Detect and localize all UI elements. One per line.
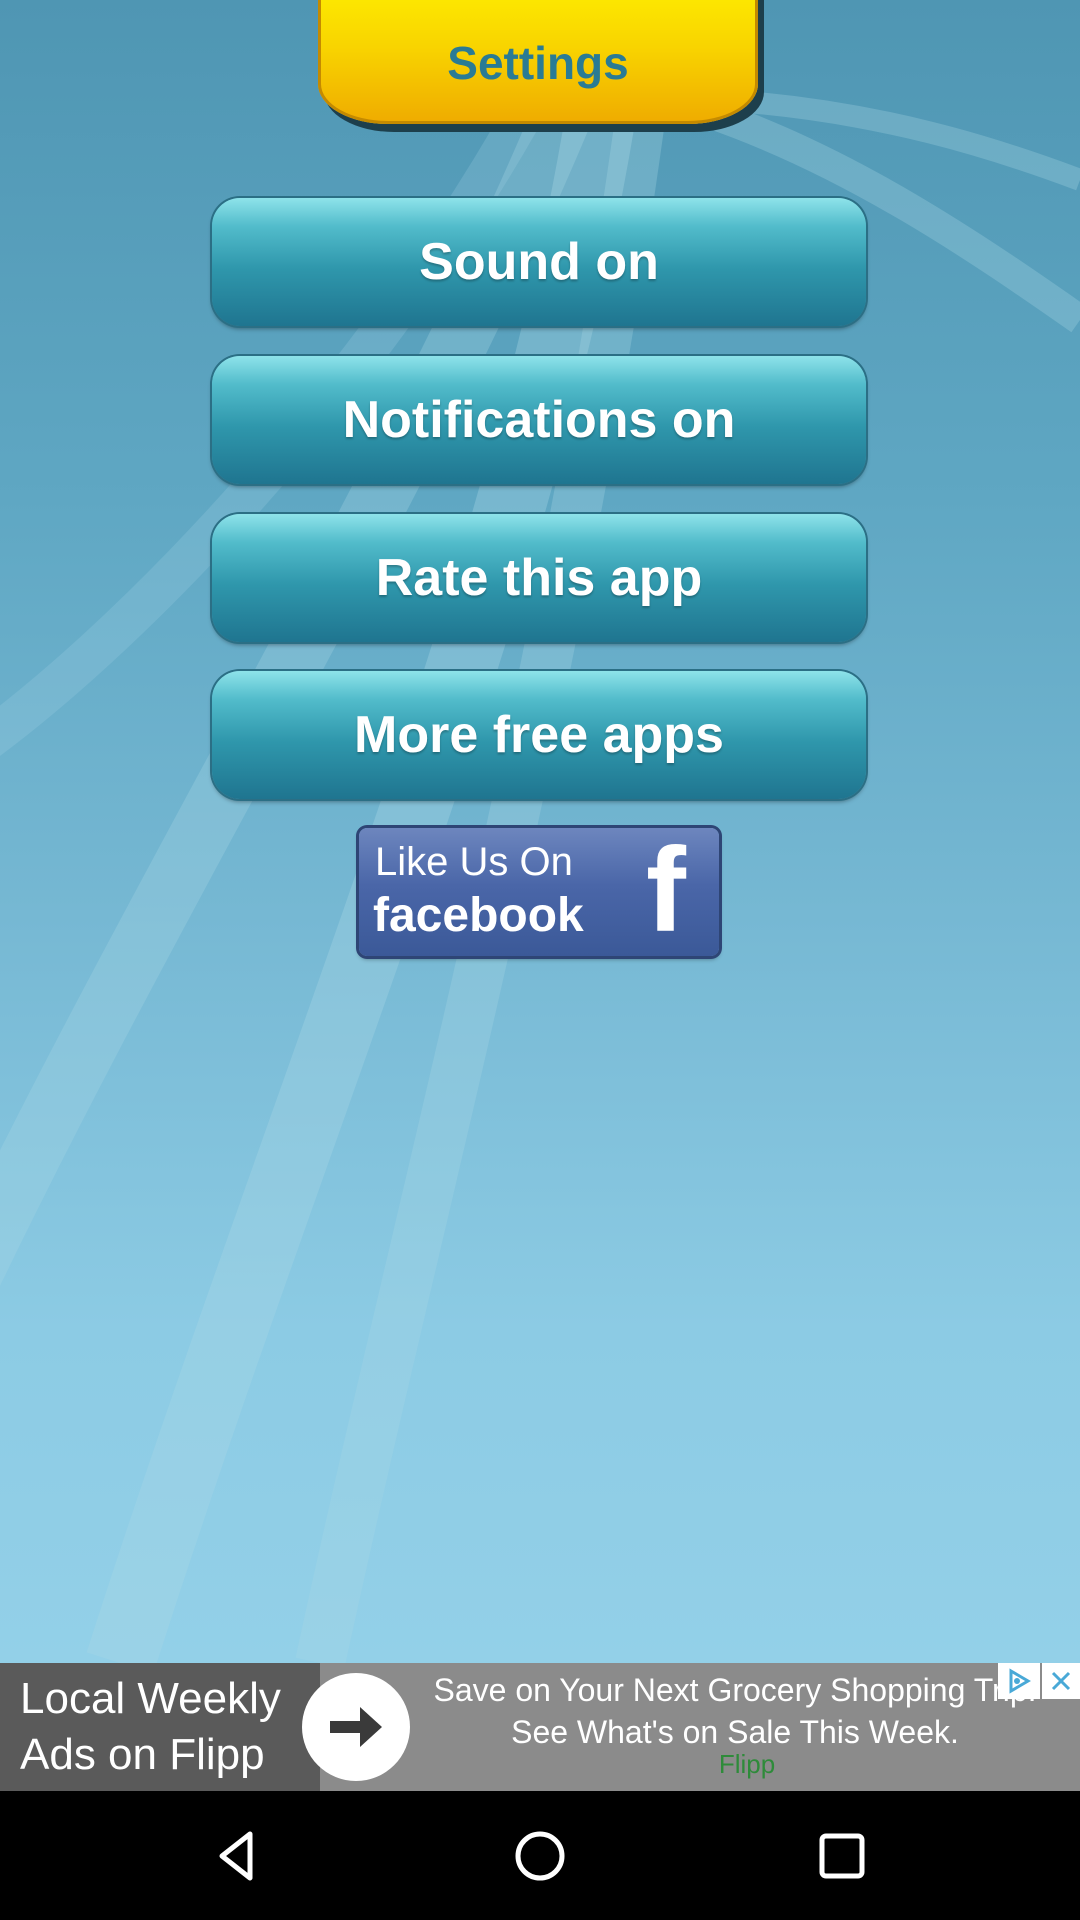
- facebook-f-icon: f: [646, 828, 686, 956]
- rate-app-button[interactable]: Rate this app: [212, 514, 866, 642]
- back-triangle-icon[interactable]: [188, 1811, 288, 1901]
- ad-body-text: Save on Your Next Grocery Shopping Trip.…: [433, 1672, 1037, 1750]
- facebook-wordmark: facebook: [373, 889, 584, 942]
- home-circle-icon[interactable]: [490, 1811, 590, 1901]
- notifications-toggle-label: Notifications on: [342, 391, 736, 449]
- app-screen: Settings Sound on Notifications on Rate …: [0, 0, 1080, 1663]
- ad-brand: Flipp: [718, 1749, 776, 1779]
- close-icon[interactable]: [1042, 1663, 1080, 1699]
- page-title: Settings: [447, 37, 629, 89]
- rate-app-label: Rate this app: [375, 549, 703, 607]
- arrow-right-icon[interactable]: [302, 1673, 410, 1781]
- notifications-toggle-button[interactable]: Notifications on: [212, 356, 866, 484]
- system-navigation-bar: [0, 1791, 1080, 1920]
- ad-banner[interactable]: Local Weekly Ads on Flipp Save on Your N…: [0, 1663, 1080, 1791]
- sound-toggle-label: Sound on: [419, 233, 659, 291]
- sound-toggle-button[interactable]: Sound on: [212, 198, 866, 326]
- ad-choices-icon[interactable]: [998, 1663, 1040, 1699]
- like-us-on-facebook-button[interactable]: Like Us On facebook f: [359, 828, 719, 956]
- facebook-line1: Like Us On: [375, 840, 573, 884]
- recents-square-icon[interactable]: [792, 1811, 892, 1901]
- more-free-apps-label: More free apps: [354, 706, 724, 764]
- more-free-apps-button[interactable]: More free apps: [212, 671, 866, 799]
- ad-headline: Local Weekly Ads on Flipp: [20, 1674, 281, 1779]
